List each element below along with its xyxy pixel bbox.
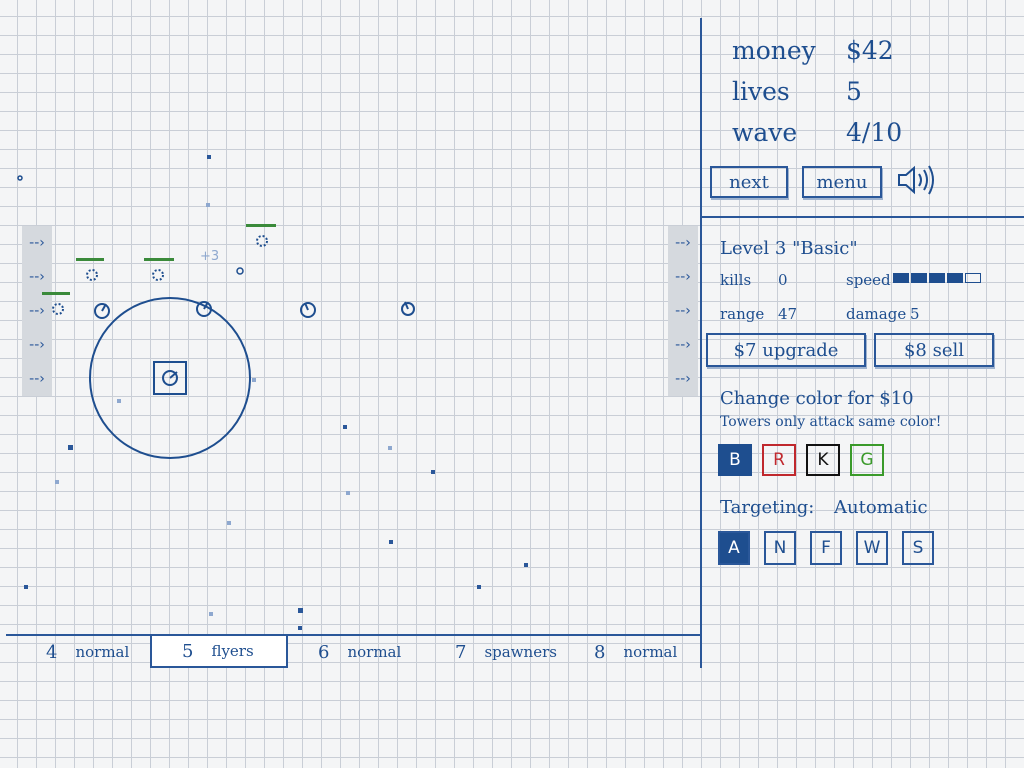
targeting-option-s[interactable]: S <box>902 531 934 565</box>
money-value: $42 <box>846 36 894 65</box>
speaker-icon[interactable] <box>896 160 940 200</box>
flyer <box>42 292 70 315</box>
creep <box>236 267 244 275</box>
wave-item: 8 normal <box>594 636 694 668</box>
wave-item: 7 spawners <box>455 636 575 668</box>
creep <box>300 302 316 318</box>
range-value: 47 <box>778 305 798 323</box>
wave-type: normal <box>623 643 678 661</box>
sell-button[interactable]: $8 sell <box>874 333 994 367</box>
color-option-k[interactable]: K <box>806 444 840 476</box>
play-field[interactable]: +3 <box>0 0 700 634</box>
wave-number: 7 <box>455 641 467 663</box>
tower-title: Level 3 "Basic" <box>720 238 858 259</box>
speed-segment <box>947 273 963 283</box>
wave-item: 6 normal <box>318 636 438 668</box>
speed-segment <box>929 273 945 283</box>
floating-reward-text: +3 <box>200 249 219 264</box>
lives-value: 5 <box>846 77 862 106</box>
wave-type: normal <box>75 643 130 661</box>
color-title: Change color for $10 <box>720 388 914 409</box>
damage-value: 5 <box>910 305 920 323</box>
color-option-b[interactable]: B <box>718 444 752 476</box>
wave-number: 4 <box>46 641 58 663</box>
wave-item: 4 normal <box>46 636 156 668</box>
targeting-option-f[interactable]: F <box>810 531 842 565</box>
money-label: money <box>732 36 816 65</box>
panel-divider <box>700 216 1024 218</box>
wave-type: flyers <box>211 642 254 660</box>
speed-segment <box>893 273 909 283</box>
targeting-option-n[interactable]: N <box>764 531 796 565</box>
range-label: range <box>720 305 765 323</box>
speed-label: speed <box>846 271 891 289</box>
wave-bar: 4 normal 5 flyers 6 normal 7 spawners 8 normal <box>6 634 700 668</box>
creep <box>401 301 415 316</box>
wave-label: wave <box>732 118 798 147</box>
menu-button[interactable]: menu <box>802 166 882 198</box>
damage-label: damage <box>846 305 907 323</box>
flyer <box>76 258 104 281</box>
color-subtitle: Towers only attack same color! <box>720 414 942 430</box>
upgrade-button[interactable]: $7 upgrade <box>706 333 866 367</box>
speed-meter <box>893 273 981 283</box>
targeting-label: Targeting: <box>720 497 815 518</box>
lives-label: lives <box>732 77 790 106</box>
flyer <box>144 258 174 281</box>
wave-number: 6 <box>318 641 330 663</box>
targeting-option-w[interactable]: W <box>856 531 888 565</box>
wave-number: 8 <box>594 641 606 663</box>
targeting-value: Automatic <box>834 497 928 518</box>
flyer <box>246 224 276 247</box>
wave-number: 5 <box>182 640 194 662</box>
speed-segment <box>965 273 981 283</box>
wave-type: normal <box>347 643 402 661</box>
wave-value: 4/10 <box>846 118 903 147</box>
wave-type: spawners <box>484 643 557 661</box>
color-option-g[interactable]: G <box>850 444 884 476</box>
wave-item: 5 flyers <box>150 636 288 668</box>
selected-tower[interactable] <box>153 361 187 395</box>
targeting-option-a[interactable]: A <box>718 531 750 565</box>
color-option-r[interactable]: R <box>762 444 796 476</box>
kills-label: kills <box>720 271 752 289</box>
next-button[interactable]: next <box>710 166 788 198</box>
creep <box>17 175 23 181</box>
creep <box>94 303 110 319</box>
speed-segment <box>911 273 927 283</box>
kills-value: 0 <box>778 271 788 289</box>
